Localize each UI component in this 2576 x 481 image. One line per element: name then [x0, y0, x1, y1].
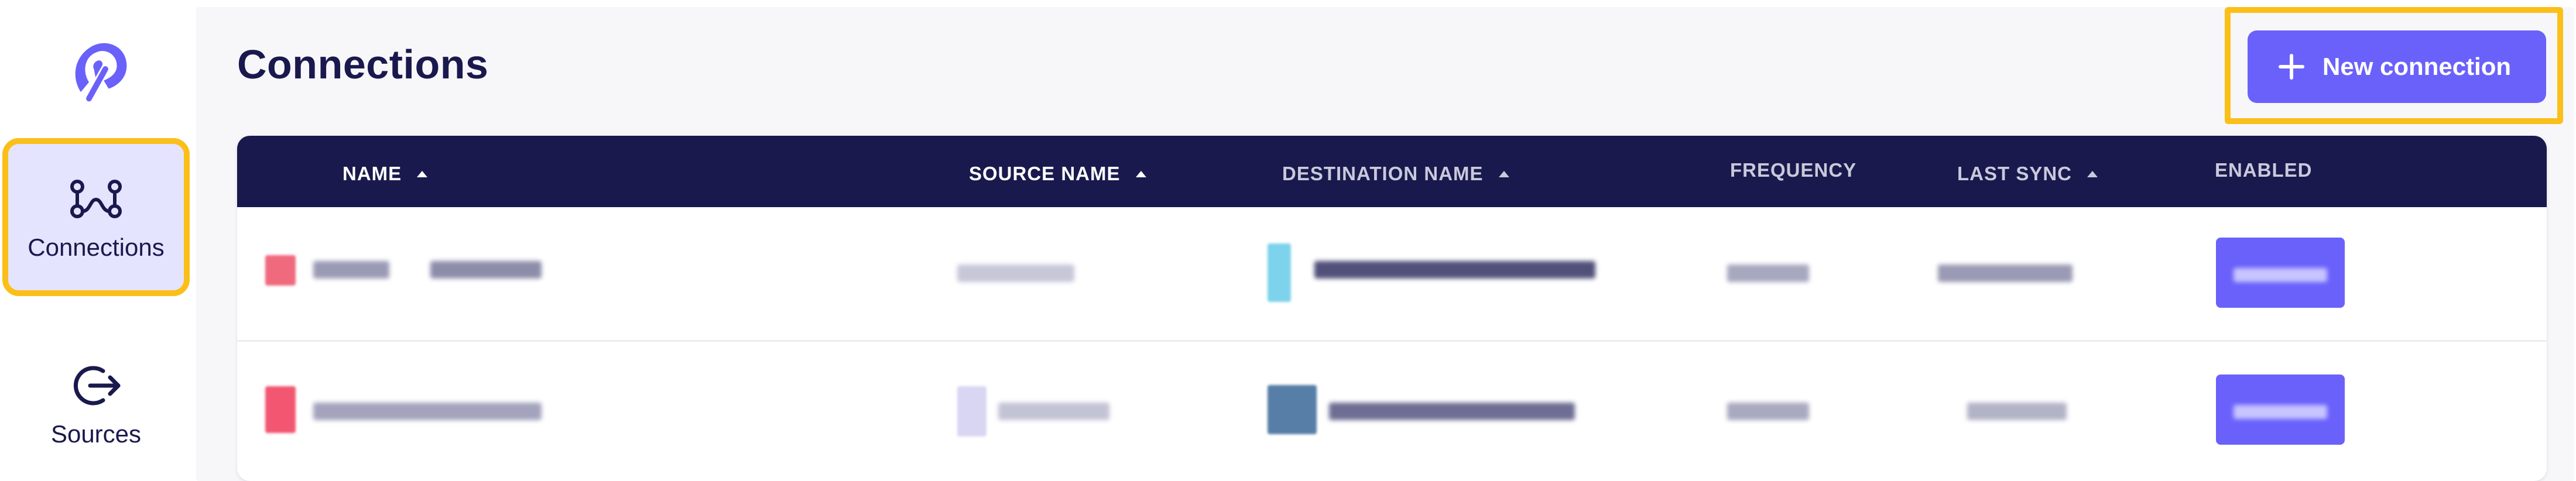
enabled-toggle[interactable]: [2216, 238, 2345, 308]
source-name-redacted: [957, 264, 1074, 282]
destination-name-redacted: [1314, 261, 1595, 279]
column-header-name[interactable]: NAME: [342, 163, 428, 185]
last-sync-redacted: [1967, 403, 2067, 420]
sort-arrow-icon: [2087, 170, 2098, 177]
sources-icon: [73, 366, 121, 406]
plus-icon: [2279, 54, 2304, 80]
source-logo-icon: [957, 386, 986, 437]
destination-logo-icon: [1268, 385, 1317, 434]
new-connection-label: New connection: [2322, 53, 2512, 80]
sort-arrow-icon: [1498, 170, 1509, 177]
destination-logo-icon: [1268, 243, 1291, 302]
sidebar: Connections Sources: [0, 0, 193, 481]
table-row[interactable]: [237, 207, 2547, 342]
sidebar-item-label: Connections: [28, 233, 165, 261]
connections-table: NAME SOURCE NAME DESTINATION NAME FREQUE…: [237, 136, 2547, 481]
source-logo-icon: [265, 386, 296, 433]
sort-arrow-icon: [417, 170, 428, 177]
column-header-source-name[interactable]: SOURCE NAME: [969, 163, 1146, 185]
frequency-redacted: [1727, 403, 1809, 420]
sort-arrow-icon: [1135, 170, 1146, 177]
main-content: Connections New connection NAME SOURCE N…: [196, 7, 2574, 481]
table-header: NAME SOURCE NAME DESTINATION NAME FREQUE…: [237, 136, 2547, 207]
connection-name-redacted: [313, 403, 542, 420]
table-row[interactable]: [237, 342, 2547, 476]
sidebar-item-connections[interactable]: Connections: [2, 138, 190, 296]
column-header-frequency: FREQUENCY: [1730, 159, 1857, 181]
new-connection-button[interactable]: New connection: [2248, 30, 2546, 103]
sidebar-item-sources[interactable]: Sources: [8, 331, 184, 477]
column-header-enabled: ENABLED: [2215, 159, 2313, 181]
connection-name-redacted: [430, 261, 542, 279]
column-header-destination-name[interactable]: DESTINATION NAME: [1282, 163, 1509, 185]
page-title: Connections: [237, 42, 489, 87]
source-logo-icon: [265, 255, 296, 286]
last-sync-redacted: [1938, 264, 2073, 282]
connections-icon: [70, 180, 122, 218]
enabled-toggle[interactable]: [2216, 375, 2345, 445]
frequency-redacted: [1727, 264, 1809, 282]
column-header-last-sync[interactable]: LAST SYNC: [1957, 163, 2098, 185]
airbyte-logo-icon[interactable]: [56, 28, 138, 110]
destination-name-redacted: [1329, 403, 1575, 420]
app-window: Connections Sources Connections New conn…: [0, 0, 2576, 481]
source-name-redacted: [998, 403, 1109, 420]
connection-name-redacted: [313, 261, 389, 279]
sidebar-item-label: Sources: [50, 420, 142, 448]
